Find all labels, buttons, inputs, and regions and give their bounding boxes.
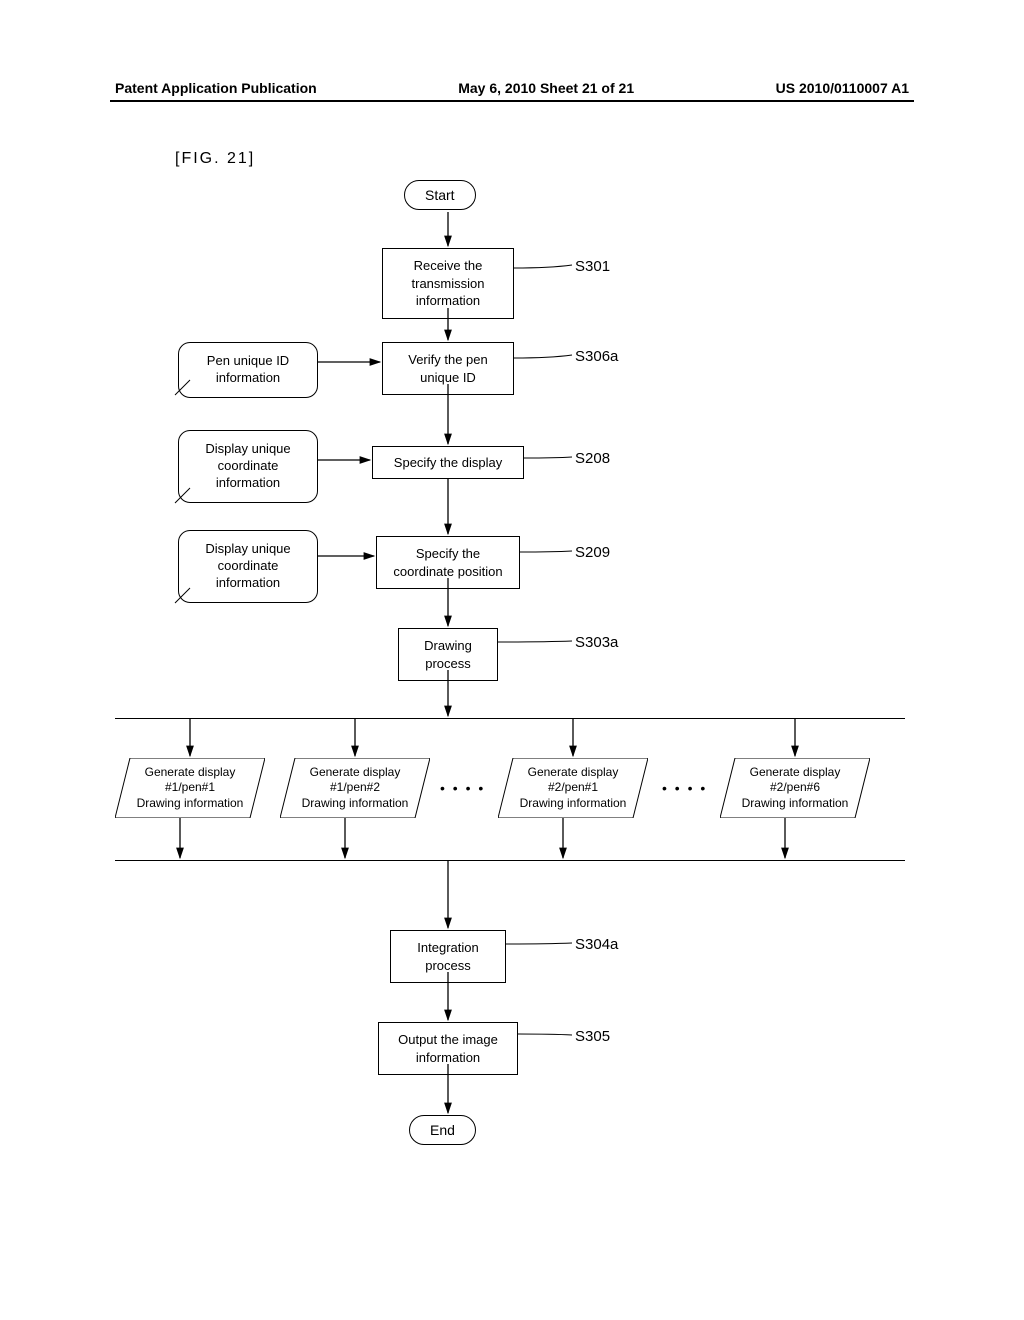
dots-2: • • • • [662,780,707,796]
label-s306a: S306a [575,348,618,365]
parallel-4: Generate display#2/pen#6Drawing informat… [720,758,870,818]
end-terminal: End [409,1115,476,1145]
parallel-1: Generate display#1/pen#1Drawing informat… [115,758,265,818]
label-s208: S208 [575,450,610,467]
label-s303a: S303a [575,634,618,651]
label-s304a: S304a [575,936,618,953]
parallel-4-text: Generate display#2/pen#6Drawing informat… [742,765,849,812]
parallel-1-text: Generate display#1/pen#1Drawing informat… [137,765,244,812]
step-s303a: Drawingprocess [398,628,498,681]
parallel-bottom-line [115,860,905,861]
start-terminal: Start [404,180,476,210]
figure-label: [FIG. 21] [175,150,255,168]
label-s301: S301 [575,258,610,275]
header-left: Patent Application Publication [115,80,317,96]
header-right: US 2010/0110007 A1 [776,80,909,96]
step-s208: Specify the display [372,446,524,479]
step-s305: Output the imageinformation [378,1022,518,1075]
dots-1: • • • • [440,780,485,796]
label-s209: S209 [575,544,610,561]
input-pen-id: Pen unique IDinformation [178,342,318,398]
parallel-3-text: Generate display#2/pen#1Drawing informat… [520,765,627,812]
input-disp-coord-2: Display uniquecoordinateinformation [178,530,318,603]
step-s301: Receive thetransmissioninformation [382,248,514,319]
header-divider [110,100,914,102]
parallel-2: Generate display#1/pen#2Drawing informat… [280,758,430,818]
step-s306a: Verify the penunique ID [382,342,514,395]
parallel-2-text: Generate display#1/pen#2Drawing informat… [302,765,409,812]
label-s305: S305 [575,1028,610,1045]
input-disp-coord-1: Display uniquecoordinateinformation [178,430,318,503]
parallel-3: Generate display#2/pen#1Drawing informat… [498,758,648,818]
diagram-container: [FIG. 21] Start Receive thetransmissioni… [0,120,1024,1320]
header-center: May 6, 2010 Sheet 21 of 21 [458,80,634,96]
step-s209: Specify thecoordinate position [376,536,520,589]
step-s304a: Integrationprocess [390,930,506,983]
parallel-top-line [115,718,905,719]
